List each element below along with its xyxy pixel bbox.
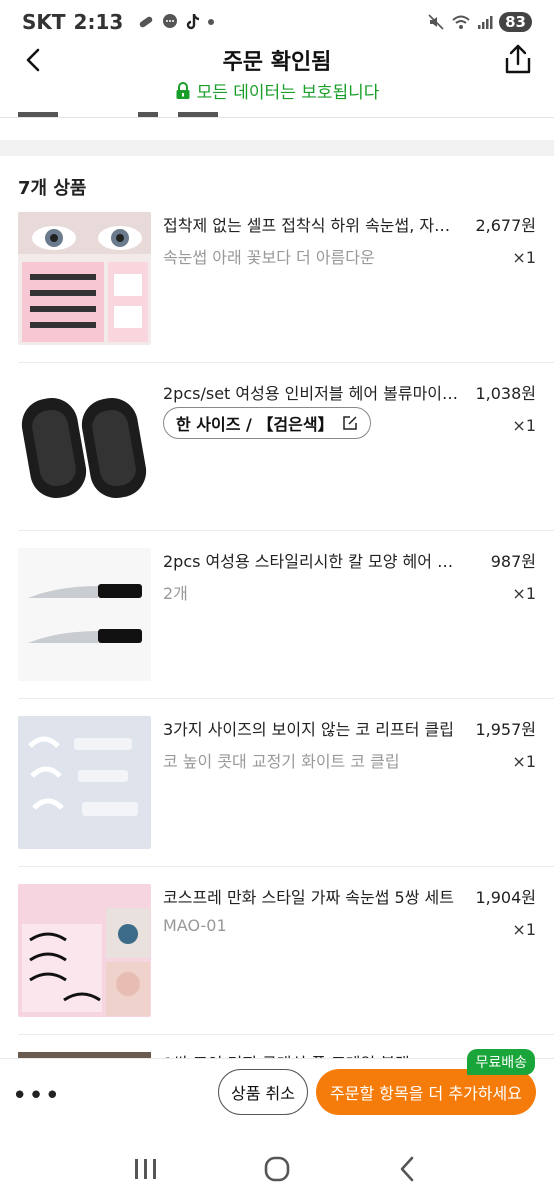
more-options-button[interactable]: ••• [12,1081,61,1111]
chat-icon [163,14,178,28]
status-right: 83 [427,12,532,32]
product-row[interactable]: 2pcs 여성용 스타일리시한 칼 모양 헤어 클립 987원 2개 ×1 [0,548,554,716]
time-label: 2:13 [73,10,124,34]
nav-back-icon[interactable] [393,1154,423,1184]
share-icon [505,44,531,74]
header-divider [0,117,554,118]
pill-icon [140,16,153,28]
items-count-title: 7개 상품 [18,178,87,199]
product-price: 987원 [490,552,536,571]
top-bar: 주문 확인됨 모든 데이터는 보호됩니다 [0,40,554,108]
bottom-action-bar: ••• 상품 취소 주문할 항목을 더 추가하세요 무료배송 [0,1049,554,1138]
product-image [18,884,151,1017]
row-divider [18,1034,554,1035]
product-option: 코 높이 콧대 교정기 화이트 코 클립 [163,752,400,771]
row-divider [18,530,554,531]
edit-icon [342,416,357,430]
carrier-label: SKT [22,10,66,34]
product-row[interactable]: 접착제 없는 셀프 접착식 하위 속눈썹, 자연스러운 아래 속눈썹 2,677… [0,212,554,380]
wifi-icon [452,15,470,29]
option-selector[interactable]: 한 사이즈 / 【검은색】 [163,407,371,439]
row-divider [18,698,554,699]
row-divider [18,362,554,363]
free-shipping-badge: 무료배송 [467,1049,535,1075]
product-option: MAO-01 [163,916,227,935]
notification-icons [137,13,215,31]
product-image [18,380,151,513]
share-button[interactable] [500,42,536,78]
product-quantity: ×1 [512,416,536,435]
product-option: 속눈썹 아래 꽃보다 더 아름다운 [163,248,375,267]
home-icon[interactable] [262,1154,292,1184]
dot-icon [208,19,215,25]
product-price: 1,904원 [475,888,536,907]
product-image [18,548,151,681]
signal-icon [478,16,493,29]
product-name: 접착제 없는 셀프 접착식 하위 속눈썹, 자연스러운 아래 속눈썹 [163,216,459,235]
product-image [18,716,151,849]
product-option: 한 사이즈 / 【검은색】 [176,415,334,434]
row-divider [18,866,554,867]
status-left: SKT 2:13 [22,10,215,34]
page-title: 주문 확인됨 [222,50,332,75]
secure-text: 모든 데이터는 보호됩니다 [196,83,380,103]
status-bar: SKT 2:13 83 [0,0,554,44]
product-name: 2pcs 여성용 스타일리시한 칼 모양 헤어 클립 [163,552,459,571]
product-row[interactable]: 코스프레 만화 스타일 가짜 속눈썹 5쌍 세트 1,904원 MAO-01 ×… [0,884,554,1052]
product-name: 코스프레 만화 스타일 가짜 속눈썹 5쌍 세트 [163,888,454,907]
product-quantity: ×1 [512,752,536,771]
recent-apps-icon[interactable] [131,1154,161,1184]
cancel-items-button[interactable]: 상품 취소 [218,1069,308,1115]
tiktok-icon [187,14,200,30]
system-nav-bar [0,1138,554,1200]
product-image [18,212,151,345]
secure-notice: 모든 데이터는 보호됩니다 [0,78,554,103]
product-price: 1,957원 [475,720,536,739]
product-name: 3가지 사이즈의 보이지 않는 코 리프터 클립 [163,720,454,739]
product-quantity: ×1 [512,248,536,267]
mute-icon [428,14,444,30]
product-option: 2개 [163,584,188,603]
product-quantity: ×1 [512,920,536,939]
product-price: 2,677원 [475,216,536,235]
battery-indicator: 83 [499,12,532,32]
product-price: 1,038원 [475,384,536,403]
section-separator [0,140,554,156]
product-row[interactable]: 3가지 사이즈의 보이지 않는 코 리프터 클립 1,957원 코 높이 콧대 … [0,716,554,884]
product-name: 2pcs/set 여성용 인비저블 헤어 볼류마이저 패드 [163,384,459,403]
product-quantity: ×1 [512,584,536,603]
add-more-items-button[interactable]: 주문할 항목을 더 추가하세요 [316,1069,536,1115]
lock-icon [176,81,190,99]
product-row[interactable]: 2pcs/set 여성용 인비저블 헤어 볼류마이저 패드 1,038원 한 사… [0,380,554,548]
